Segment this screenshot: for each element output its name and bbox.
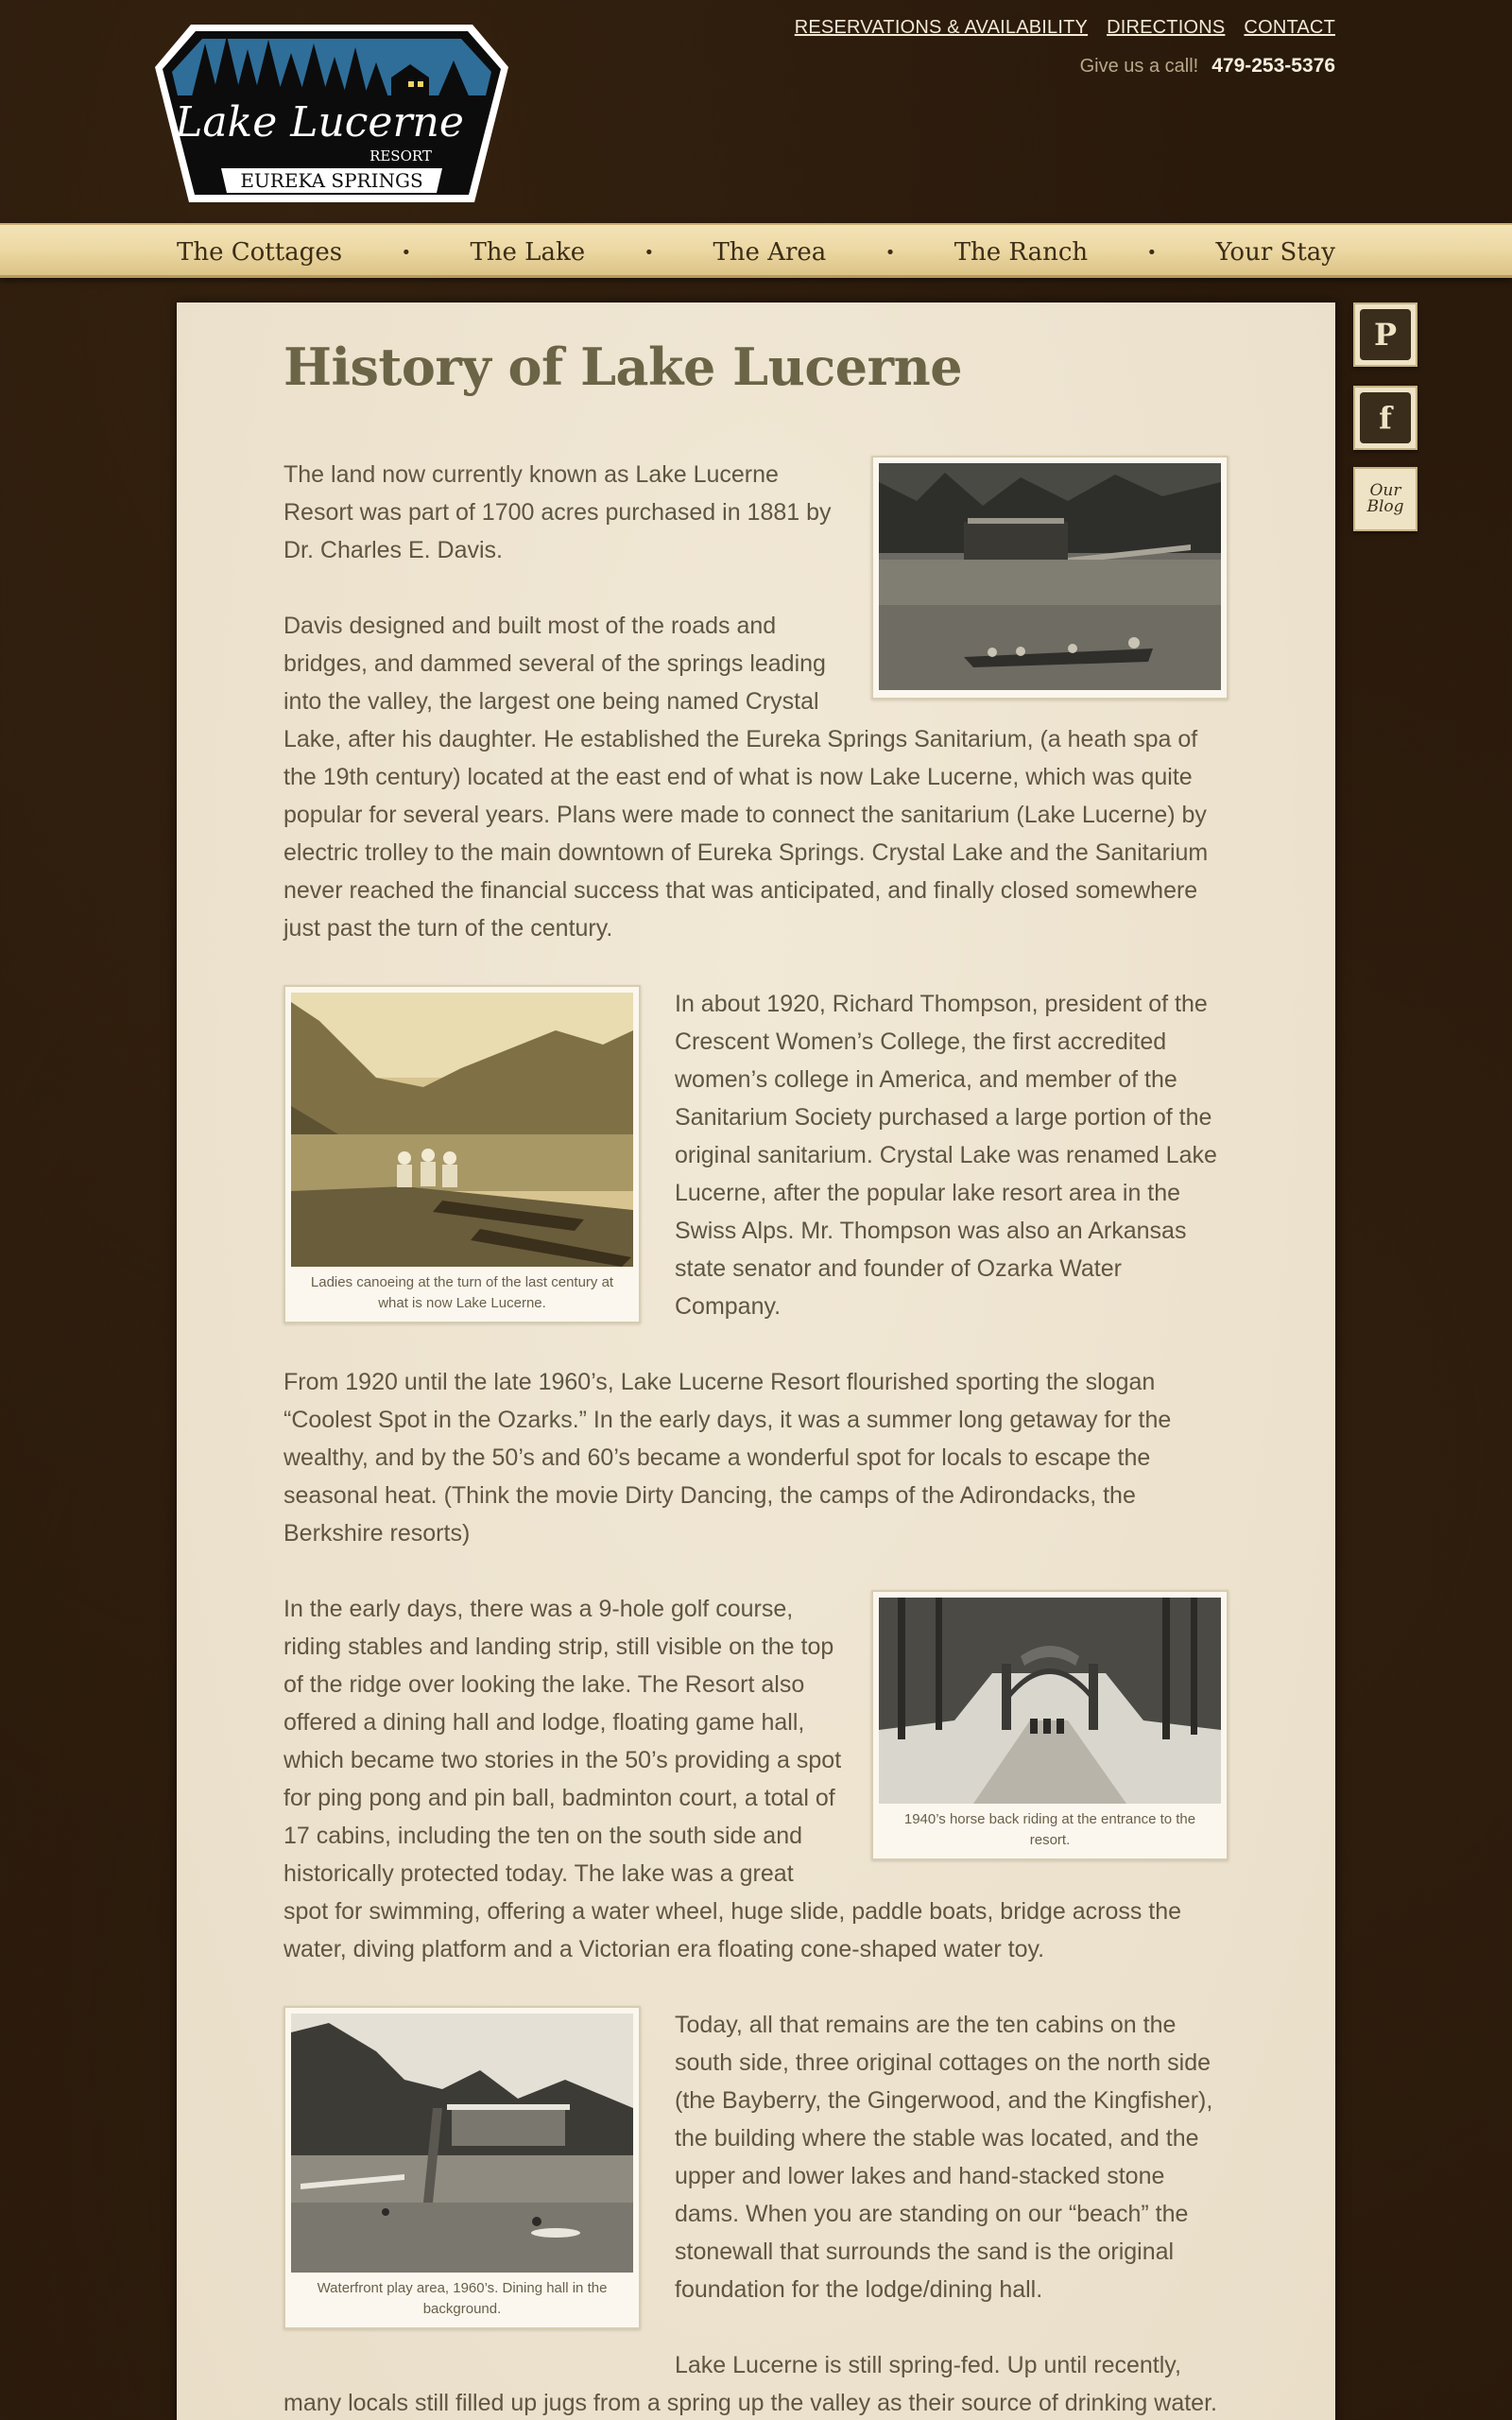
nav-item-ranch[interactable]: The Ranch: [954, 238, 1088, 267]
nav-item-cottages[interactable]: The Cottages: [177, 238, 342, 267]
pinterest-button[interactable]: P: [1353, 302, 1418, 367]
photo-figure: [871, 456, 1228, 700]
nav-separator: •: [1146, 242, 1158, 263]
directions-link[interactable]: DIRECTIONS: [1107, 17, 1225, 39]
paragraph-7: Lake Lucerne is still spring-fed. Up unt…: [284, 2352, 1217, 2416]
horseback-entrance-photo: [879, 1598, 1221, 1804]
pinterest-icon: P: [1360, 309, 1411, 360]
photo-caption: Waterfront play area, 1960’s. Dining hal…: [317, 2280, 608, 2317]
nav-separator: •: [401, 242, 412, 263]
call-label: Give us a call!: [1079, 56, 1199, 77]
reservations-link[interactable]: RESERVATIONS & AVAILABILITY: [795, 17, 1088, 39]
waterfront-play-area-photo: [291, 2014, 633, 2273]
main-nav: The Cottages • The Lake • The Area • The…: [0, 223, 1512, 278]
facebook-icon: f: [1360, 392, 1411, 443]
contact-link[interactable]: CONTACT: [1244, 17, 1335, 39]
photo-figure: 1940’s horse back riding at the entrance…: [871, 1590, 1228, 1860]
nav-item-area[interactable]: The Area: [713, 238, 826, 267]
nav-item-your-stay[interactable]: Your Stay: [1216, 238, 1335, 267]
nav-separator: •: [885, 242, 896, 263]
call-info: Give us a call! 479-253-5376: [1080, 55, 1335, 78]
photo-caption: 1940’s horse back riding at the entrance…: [903, 1811, 1196, 1848]
top-links: RESERVATIONS & AVAILABILITY DIRECTIONS C…: [795, 17, 1335, 39]
blog-label-line2: Blog: [1366, 497, 1404, 516]
site-header: EUREKA SPRINGS Lake Lucerne RESORT RESER…: [0, 0, 1512, 223]
ladies-canoeing-photo: [291, 993, 633, 1267]
paragraph-4: From 1920 until the late 1960’s, Lake Lu…: [284, 1369, 1172, 1547]
history-article: The land now currently known as Lake Luc…: [284, 456, 1228, 2420]
lake-boathouse-photo: [879, 463, 1221, 690]
blog-icon: Our Blog: [1360, 474, 1411, 525]
page-title: History of Lake Lucerne: [284, 337, 963, 397]
svg-text:RESORT: RESORT: [369, 147, 432, 164]
photo-caption: Ladies canoeing at the turn of the last …: [310, 1274, 614, 1311]
facebook-button[interactable]: f: [1353, 386, 1418, 450]
phone-number[interactable]: 479-253-5376: [1211, 55, 1335, 78]
svg-text:EUREKA SPRINGS: EUREKA SPRINGS: [240, 169, 422, 192]
lake-lucerne-logo[interactable]: EUREKA SPRINGS Lake Lucerne RESORT: [153, 15, 510, 204]
blog-button[interactable]: Our Blog: [1353, 467, 1418, 531]
photo-figure: Waterfront play area, 1960’s. Dining hal…: [284, 2006, 641, 2329]
nav-separator: •: [644, 242, 655, 263]
photo-figure: Ladies canoeing at the turn of the last …: [284, 985, 641, 1323]
nav-item-lake[interactable]: The Lake: [470, 238, 585, 267]
svg-text:Lake Lucerne: Lake Lucerne: [174, 98, 464, 147]
